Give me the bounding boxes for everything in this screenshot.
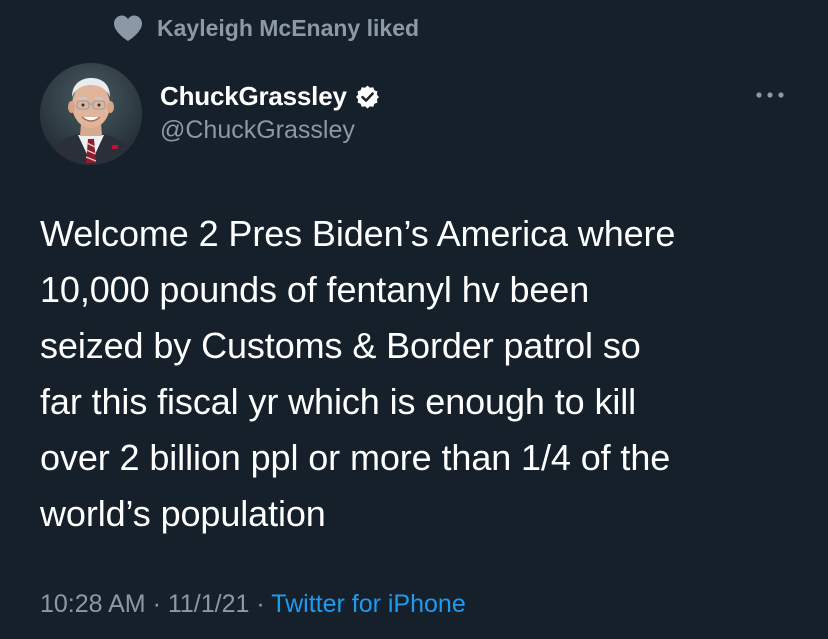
more-dots-icon — [755, 86, 785, 104]
social-context-label: Kayleigh McEnany liked — [157, 14, 420, 41]
meta-separator: · — [145, 590, 168, 618]
tweet-text-line: Welcome 2 Pres Biden’s America where — [40, 213, 676, 254]
tweet-metadata: 10:28 AM · 11/1/21 · Twitter for iPhone — [40, 590, 466, 619]
author-display-name[interactable]: ChuckGrassley — [160, 81, 347, 112]
verified-badge-icon — [355, 84, 380, 109]
tweet-text-line: over 2 billion ppl or more than 1/4 of t… — [40, 437, 671, 478]
tweet-text: Welcome 2 Pres Biden’s America where 10,… — [40, 206, 810, 542]
more-options-button[interactable] — [752, 80, 788, 110]
tweet-date[interactable]: 11/1/21 — [168, 590, 250, 618]
tweet-header: ChuckGrassley @ChuckGrassley — [160, 78, 380, 145]
tweet-text-line: far this fiscal yr which is enough to ki… — [40, 381, 637, 422]
heart-icon — [112, 14, 144, 42]
author-name-row: ChuckGrassley — [160, 78, 380, 114]
avatar-photo — [40, 63, 142, 165]
social-context: Kayleigh McEnany liked — [112, 10, 419, 46]
tweet-time[interactable]: 10:28 AM — [40, 590, 146, 618]
tweet-text-line: seized by Customs & Border patrol so — [40, 325, 641, 366]
tweet-text-line: 10,000 pounds of fentanyl hv been — [40, 269, 590, 310]
author-handle[interactable]: @ChuckGrassley — [160, 116, 380, 145]
meta-separator: · — [249, 590, 272, 618]
tweet-source-link[interactable]: Twitter for iPhone — [271, 590, 466, 618]
tweet-screen: Kayleigh McEnany liked ChuckGrassley @Ch… — [0, 0, 828, 639]
avatar[interactable] — [40, 63, 142, 165]
tweet-text-line: world’s population — [40, 493, 326, 534]
